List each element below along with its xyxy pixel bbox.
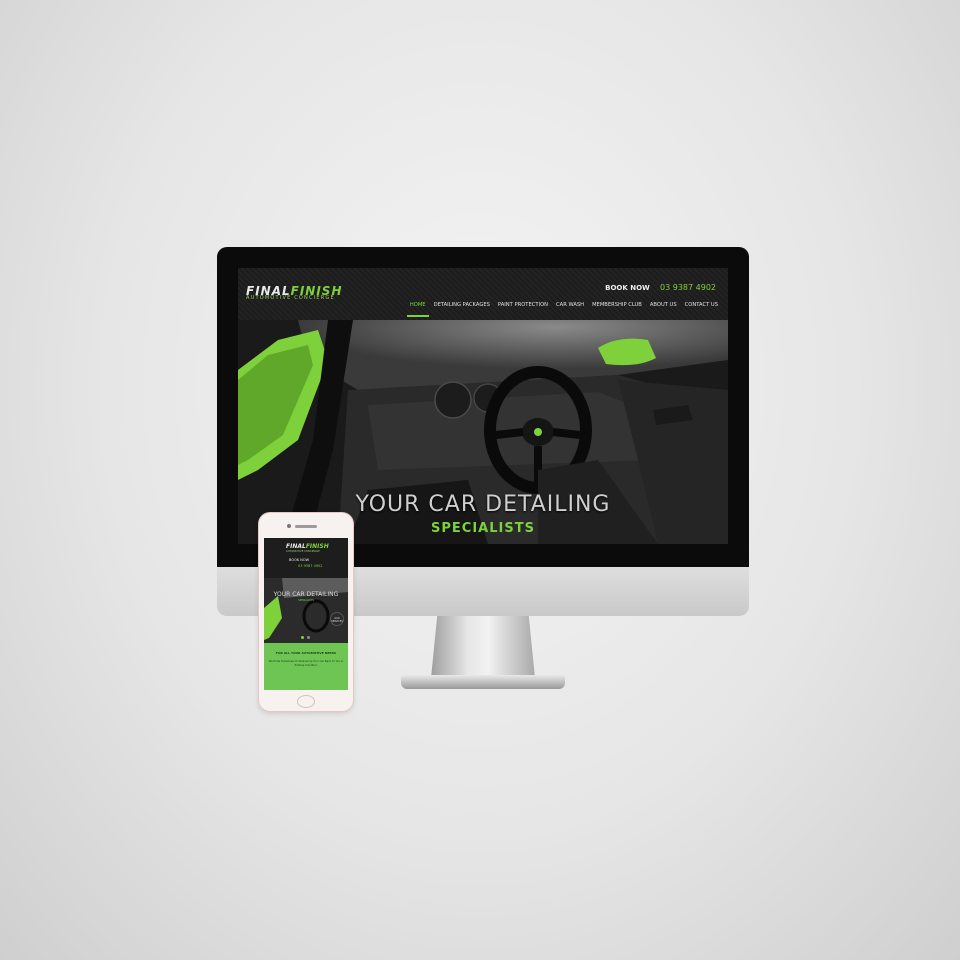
nav-car-wash[interactable]: CAR WASH bbox=[556, 302, 584, 308]
site-header: FINALFINISH AUTOMOTIVE CONCIERGE BOOK NO… bbox=[238, 268, 728, 320]
carousel-dot-active[interactable] bbox=[301, 636, 304, 639]
nav-membership-club[interactable]: MEMBERSHIP CLUB bbox=[592, 302, 642, 308]
book-now-label: BOOK NOW bbox=[605, 284, 650, 292]
mobile-logo-final: FINAL bbox=[286, 543, 306, 550]
mobile-hero-sub: SPECIALISTS bbox=[298, 599, 314, 602]
nav-home[interactable]: HOME bbox=[406, 302, 429, 317]
mobile-book-now[interactable]: BOOK NOW bbox=[289, 558, 309, 562]
main-nav: HOME DETAILING PACKAGES PAINT PROTECTION… bbox=[406, 302, 718, 317]
nav-about-us[interactable]: ABOUT US bbox=[650, 302, 677, 308]
monitor-stand bbox=[431, 616, 535, 678]
phone-number[interactable]: 03 9387 4902 bbox=[660, 283, 716, 292]
mobile-tagline: AUTOMOTIVE CONCIERGE bbox=[286, 550, 320, 553]
book-now[interactable]: BOOK NOW 03 9387 4902 bbox=[605, 283, 716, 292]
mobile-hero-headline: YOUR CAR DETAILING bbox=[273, 591, 339, 598]
hero-banner: YOUR CAR DETAILING SPECIALISTS bbox=[238, 320, 728, 544]
nav-paint-protection[interactable]: PAINT PROTECTION bbox=[498, 302, 548, 308]
mobile-services-badge[interactable]: OUR SERVICES bbox=[330, 612, 344, 626]
nav-contact-us[interactable]: CONTACT US bbox=[685, 302, 718, 308]
nav-detailing-packages[interactable]: DETAILING PACKAGES bbox=[434, 302, 490, 308]
mobile-green-panel: FOR ALL YOUR AUTOMOTIVE NEEDS We Pride O… bbox=[264, 643, 348, 690]
phone-camera bbox=[287, 524, 291, 528]
mobile-panel-title: FOR ALL YOUR AUTOMOTIVE NEEDS bbox=[275, 651, 337, 655]
mobile-logo[interactable]: FINALFINISH bbox=[286, 543, 329, 550]
desktop-website: FINALFINISH AUTOMOTIVE CONCIERGE BOOK NO… bbox=[238, 268, 728, 544]
mobile-hero-image bbox=[264, 578, 348, 643]
monitor-foot bbox=[401, 675, 565, 689]
mobile-hero: YOUR CAR DETAILING SPECIALISTS OUR SERVI… bbox=[264, 578, 348, 643]
phone-speaker bbox=[295, 525, 317, 528]
mobile-panel-body: We Pride Ourselves On Delivering Your Ca… bbox=[268, 660, 344, 667]
mobile-website: FINALFINISH AUTOMOTIVE CONCIERGE BOOK NO… bbox=[264, 538, 348, 690]
carousel-dot[interactable] bbox=[307, 636, 310, 639]
mobile-phone: FINALFINISH AUTOMOTIVE CONCIERGE BOOK NO… bbox=[259, 513, 353, 711]
site-logo[interactable]: FINALFINISH AUTOMOTIVE CONCIERGE bbox=[246, 280, 343, 301]
home-button-icon[interactable] bbox=[297, 695, 315, 708]
mobile-logo-finish: FINISH bbox=[305, 543, 329, 550]
mobile-header: FINALFINISH AUTOMOTIVE CONCIERGE BOOK NO… bbox=[264, 538, 348, 578]
mobile-phone-number[interactable]: 03 9387 4902 bbox=[298, 564, 323, 568]
logo-tagline: AUTOMOTIVE CONCIERGE bbox=[246, 295, 335, 301]
